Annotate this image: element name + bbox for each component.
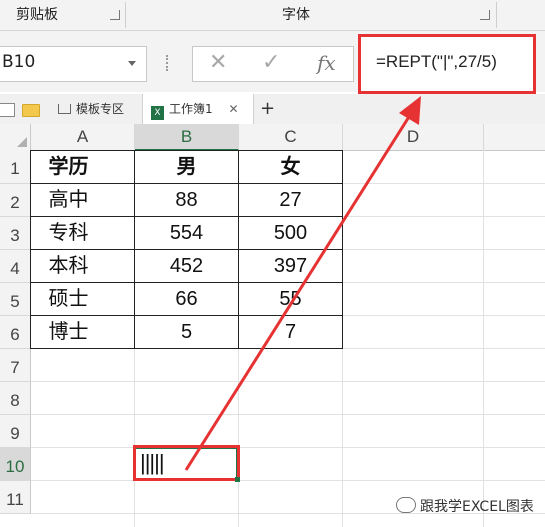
row-header-11[interactable]: 11 bbox=[0, 481, 31, 514]
select-all-button[interactable] bbox=[0, 124, 31, 150]
column-header-c[interactable]: C bbox=[239, 124, 343, 150]
close-icon[interactable]: ✕ bbox=[228, 102, 238, 116]
home-icon bbox=[58, 104, 71, 114]
table-cell[interactable]: 452 bbox=[135, 250, 238, 283]
row-header-9[interactable]: 9 bbox=[0, 415, 31, 448]
name-box-value: B10 bbox=[2, 52, 36, 72]
row-header-1[interactable]: 1 bbox=[0, 150, 31, 184]
excel-icon: X bbox=[151, 106, 164, 120]
row-header-7[interactable]: 7 bbox=[0, 349, 31, 382]
tab-template-label: 模板专区 bbox=[76, 102, 125, 116]
font-launcher-icon[interactable] bbox=[480, 10, 490, 20]
table-cell[interactable]: 本科 bbox=[31, 250, 106, 283]
ribbon-divider bbox=[496, 2, 497, 28]
row-header-6[interactable]: 6 bbox=[0, 316, 31, 349]
table-cell[interactable]: 专科 bbox=[31, 217, 106, 250]
folder-icon[interactable] bbox=[22, 104, 40, 117]
wechat-icon bbox=[396, 497, 416, 513]
gridline bbox=[483, 150, 484, 527]
gridline bbox=[31, 480, 545, 481]
header-cell-male[interactable]: 男 bbox=[135, 151, 238, 184]
fill-handle[interactable] bbox=[235, 477, 240, 482]
cancel-icon[interactable]: ✕ bbox=[209, 50, 227, 75]
row-header-4[interactable]: 4 bbox=[0, 250, 31, 283]
column-header-a[interactable]: A bbox=[31, 124, 135, 150]
clipboard-group-label: 剪贴板 bbox=[16, 7, 58, 23]
gridline bbox=[31, 381, 545, 382]
table-cell[interactable]: 硕士 bbox=[31, 283, 106, 316]
gridline bbox=[31, 447, 545, 448]
table-cell[interactable]: 55 bbox=[239, 283, 342, 316]
row-header-8[interactable]: 8 bbox=[0, 382, 31, 415]
tab-workbook[interactable]: X 工作簿1 ✕ bbox=[142, 94, 254, 124]
ribbon-strip: 剪贴板 字体 bbox=[0, 0, 545, 31]
tab-workbook-label: 工作簿1 bbox=[169, 102, 213, 116]
row-header-5[interactable]: 5 bbox=[0, 283, 31, 316]
watermark: 跟我学EXCEL图表 bbox=[420, 499, 534, 515]
table-cell[interactable]: 高中 bbox=[31, 184, 106, 217]
formula-input[interactable]: =REPT("|",27/5) bbox=[376, 52, 497, 72]
column-header-d[interactable]: D bbox=[343, 124, 484, 150]
table-cell[interactable]: 7 bbox=[239, 316, 342, 349]
table-cell[interactable]: 500 bbox=[239, 217, 342, 250]
active-cell-value: ||||| bbox=[140, 450, 165, 475]
gridline bbox=[31, 414, 545, 415]
table-cell[interactable]: 397 bbox=[239, 250, 342, 283]
table-cell[interactable]: 88 bbox=[135, 184, 238, 217]
table-cell[interactable]: 554 bbox=[135, 217, 238, 250]
enter-icon[interactable]: ✓ bbox=[262, 50, 280, 75]
table-cell[interactable]: 博士 bbox=[31, 316, 106, 349]
add-sheet-button[interactable]: + bbox=[260, 94, 280, 124]
drag-handle-icon[interactable] bbox=[166, 55, 170, 71]
row-header-10[interactable]: 10 bbox=[0, 448, 31, 481]
clipboard-launcher-icon[interactable] bbox=[110, 10, 120, 20]
chevron-down-icon[interactable] bbox=[128, 61, 136, 66]
table-cell[interactable]: 66 bbox=[135, 283, 238, 316]
document-icon[interactable] bbox=[0, 103, 15, 117]
table-cell[interactable]: 5 bbox=[135, 316, 238, 349]
table-cell[interactable]: 27 bbox=[239, 184, 342, 217]
row-header-2[interactable]: 2 bbox=[0, 184, 31, 217]
header-cell-education[interactable]: 学历 bbox=[31, 151, 106, 184]
header-cell-female[interactable]: 女 bbox=[239, 151, 342, 184]
tab-template[interactable]: 模板专区 bbox=[58, 94, 138, 124]
row-header-3[interactable]: 3 bbox=[0, 217, 31, 250]
table-border bbox=[342, 150, 343, 349]
column-header-b[interactable]: B bbox=[135, 124, 239, 151]
font-group-label: 字体 bbox=[282, 7, 310, 23]
insert-function-icon[interactable]: fx bbox=[317, 51, 336, 75]
ribbon-divider bbox=[125, 2, 126, 28]
